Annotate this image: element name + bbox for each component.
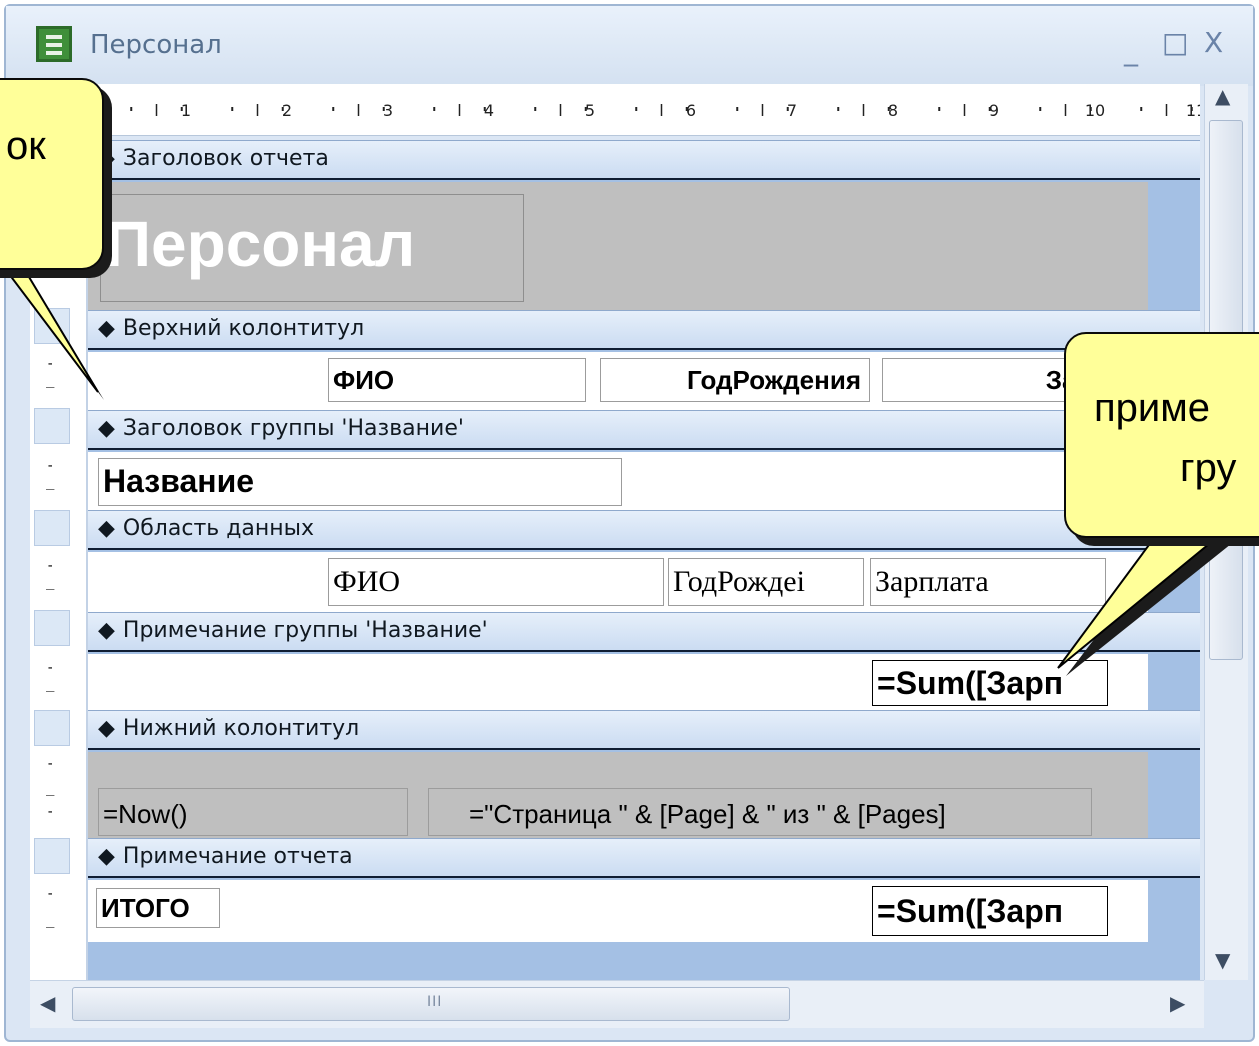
report-title-label[interactable]: Персонал — [100, 194, 524, 302]
horizontal-scroll-thumb[interactable]: III — [72, 987, 790, 1021]
ruler-label: 10 — [1085, 101, 1105, 120]
section-marker-icon: ◆ — [98, 618, 115, 643]
birth-year-header-label[interactable]: ГодРождения — [600, 358, 870, 402]
fio-field[interactable]: ФИО — [328, 558, 664, 606]
scroll-down-icon[interactable]: ▼ — [1215, 948, 1230, 972]
scroll-up-icon[interactable]: ▲ — [1215, 84, 1230, 108]
ruler-mark: _ — [46, 574, 55, 590]
minimize-icon[interactable]: _ — [1124, 34, 1138, 67]
right-callout-text-1: приме — [1094, 386, 1210, 430]
page-header-label: Верхний колонтитул — [122, 316, 365, 341]
ruler-mark: - — [46, 458, 55, 474]
total-salary-sum-field[interactable]: =Sum([Зарп — [872, 886, 1108, 936]
section-marker-icon: ◆ — [98, 716, 115, 741]
title-bar[interactable]: Персонал _ □ X — [6, 6, 1253, 86]
report-header-label: Заголовок отчета — [122, 146, 329, 171]
ruler-band — [34, 510, 70, 546]
ruler-mark: - — [46, 804, 55, 820]
section-marker-icon: ◆ — [98, 316, 115, 341]
ruler-band — [34, 710, 70, 746]
report-footer-bar[interactable]: ◆ Примечание отчета — [88, 838, 1200, 878]
page-number-field[interactable]: ="Страница " & [Page] & " из " & [Pages] — [428, 788, 1092, 836]
maximize-icon[interactable]: □ — [1162, 26, 1188, 59]
left-callout-text: ок — [6, 124, 46, 168]
group-header-label: Заголовок группы 'Название' — [122, 416, 464, 441]
group-header-bar[interactable]: ◆ Заголовок группы 'Название' — [88, 410, 1200, 450]
group-salary-sum-field[interactable]: =Sum([Зарп — [872, 660, 1108, 706]
ruler-mark: _ — [46, 780, 55, 796]
ruler-mark: - — [46, 356, 55, 372]
report-footer-label: Примечание отчета — [122, 844, 353, 869]
report-footer-area[interactable]: ИТОГО =Sum([Зарп — [88, 880, 1148, 942]
ruler-mark: - — [46, 756, 55, 772]
page-footer-area[interactable]: =Now() ="Страница " & [Page] & " из " & … — [88, 752, 1148, 838]
report-design-canvas[interactable]: ◆ Заголовок отчета Персонал ◆ Верхний коло… — [88, 140, 1200, 980]
ruler-band — [34, 308, 70, 344]
ruler-band — [34, 838, 70, 874]
page-footer-label: Нижний колонтитул — [122, 716, 360, 741]
report-icon — [36, 26, 72, 62]
ruler-label: 11 — [1186, 101, 1200, 120]
ruler-mark: - — [46, 558, 55, 574]
page-header-area[interactable]: ФИО ГодРождения Зарпла — [88, 352, 1148, 410]
group-footer-area[interactable]: =Sum([Зарп — [88, 654, 1148, 710]
detail-label: Область данных — [122, 516, 315, 541]
group-footer-label: Примечание группы 'Название' — [122, 618, 488, 643]
horizontal-ruler[interactable]: 1234567891011 — [88, 84, 1200, 136]
section-marker-icon: ◆ — [98, 416, 115, 441]
ruler-mark: - — [46, 660, 55, 676]
scroll-left-icon[interactable]: ◀ — [40, 991, 55, 1015]
section-marker-icon: ◆ — [98, 516, 115, 541]
section-marker-icon: ◆ — [98, 844, 115, 869]
ruler-mark: _ — [46, 372, 55, 388]
close-icon[interactable]: X — [1204, 26, 1223, 59]
detail-bar[interactable]: ◆ Область данных — [88, 510, 1200, 550]
page-footer-bar[interactable]: ◆ Нижний колонтитул — [88, 710, 1200, 750]
scroll-right-icon[interactable]: ▶ — [1170, 991, 1185, 1015]
birth-year-field[interactable]: ГодРождеі — [668, 558, 864, 606]
total-label[interactable]: ИТОГО — [96, 888, 220, 928]
right-callout-text-2: гру — [1180, 446, 1237, 490]
right-callout: приме гру — [1064, 332, 1259, 538]
window-title: Персонал — [90, 30, 222, 60]
ruler-mark: _ — [46, 474, 55, 490]
group-name-field[interactable]: Название — [98, 458, 622, 506]
fio-header-label[interactable]: ФИО — [328, 358, 586, 402]
ruler-band — [34, 408, 70, 444]
page-header-bar[interactable]: ◆ Верхний колонтитул — [88, 310, 1200, 350]
now-field[interactable]: =Now() — [98, 788, 408, 836]
ruler-ticks: 1234567891011 — [130, 101, 1200, 120]
ruler-band — [34, 610, 70, 646]
scroll-grip: III — [427, 994, 443, 1010]
ruler-mark: _ — [46, 676, 55, 692]
ruler-mark: - — [46, 886, 55, 902]
left-callout: ок — [0, 78, 104, 270]
group-footer-bar[interactable]: ◆ Примечание группы 'Название' — [88, 612, 1200, 652]
report-header-bar[interactable]: ◆ Заголовок отчета — [88, 140, 1200, 180]
salary-field[interactable]: Зарплата — [870, 558, 1106, 606]
group-header-area[interactable]: Название — [88, 452, 1148, 510]
report-header-area[interactable]: Персонал — [88, 182, 1148, 310]
horizontal-scrollbar[interactable]: ◀ III ▶ — [30, 980, 1204, 1028]
ruler-mark: _ — [46, 912, 55, 928]
detail-area[interactable]: ФИО ГодРождеі Зарплата — [88, 552, 1148, 612]
